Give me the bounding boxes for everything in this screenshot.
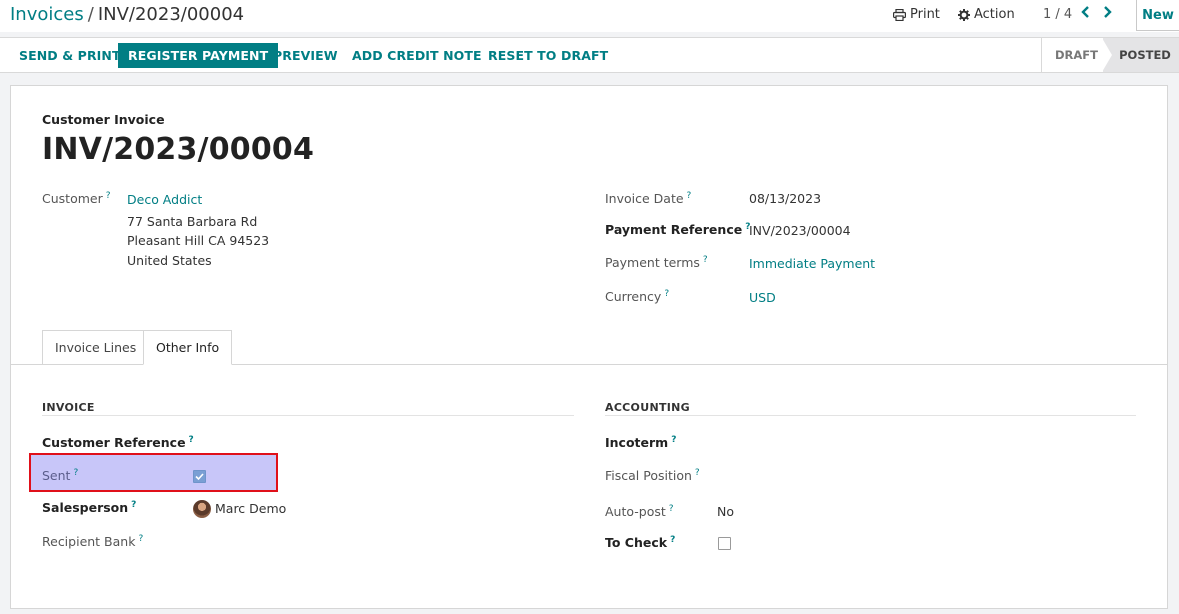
pager-value[interactable]: 1 / 4 xyxy=(1043,7,1072,22)
send-print-button[interactable]: SEND & PRINT xyxy=(9,43,131,68)
help-marker[interactable]: ? xyxy=(670,535,675,545)
recipient-bank-label: Recipient Bank? xyxy=(42,534,144,550)
state-posted[interactable]: POSTED xyxy=(1102,38,1179,72)
sent-label: Sent? xyxy=(42,468,79,484)
form-sheet: Customer Invoice INV/2023/00004 Customer… xyxy=(10,85,1168,609)
payment-terms-label: Payment terms? xyxy=(605,255,708,271)
payment-terms-link[interactable]: Immediate Payment xyxy=(749,256,875,271)
tab-other-info[interactable]: Other Info xyxy=(143,330,233,365)
salesperson-label: Salesperson? xyxy=(42,500,137,516)
help-marker[interactable]: ? xyxy=(138,534,143,544)
help-marker[interactable]: ? xyxy=(669,504,674,514)
invoice-date-value[interactable]: 08/13/2023 xyxy=(749,191,821,206)
invoice-group-divider xyxy=(42,415,574,416)
help-marker[interactable]: ? xyxy=(703,255,708,265)
address-line-3: United States xyxy=(127,253,212,268)
printer-icon xyxy=(893,8,906,21)
print-button[interactable]: Print xyxy=(893,7,940,22)
sent-checkbox[interactable] xyxy=(193,470,206,483)
breadcrumb-invoices-link[interactable]: Invoices xyxy=(10,4,84,25)
action-button[interactable]: Action xyxy=(958,7,1015,22)
address-line-2: Pleasant Hill CA 94523 xyxy=(127,233,270,248)
avatar xyxy=(193,500,211,518)
to-check-checkbox[interactable] xyxy=(718,537,731,550)
help-marker[interactable]: ? xyxy=(189,435,194,445)
to-check-label: To Check? xyxy=(605,535,676,551)
checkmark-icon xyxy=(195,473,204,481)
auto-post-label: Auto-post? xyxy=(605,504,674,520)
document-kind: Customer Invoice xyxy=(42,112,165,127)
status-bar: SEND & PRINT REGISTER PAYMENT PREVIEW AD… xyxy=(0,37,1179,73)
add-credit-note-button[interactable]: ADD CREDIT NOTE xyxy=(342,43,492,68)
breadcrumb-separator: / xyxy=(87,4,94,25)
customer-label: Customer? xyxy=(42,191,111,207)
customer-reference-label: Customer Reference? xyxy=(42,435,194,451)
fiscal-position-label: Fiscal Position? xyxy=(605,468,700,484)
chevron-right-icon[interactable] xyxy=(1099,5,1115,23)
breadcrumb-current: INV/2023/00004 xyxy=(97,4,245,25)
help-marker[interactable]: ? xyxy=(664,289,669,299)
help-marker[interactable]: ? xyxy=(695,468,700,478)
state-draft[interactable]: DRAFT xyxy=(1041,38,1111,72)
customer-name-link[interactable]: Deco Addict xyxy=(127,192,202,207)
gear-icon xyxy=(958,8,970,21)
help-marker[interactable]: ? xyxy=(73,468,78,478)
accounting-group-divider xyxy=(605,415,1136,416)
register-payment-button[interactable]: REGISTER PAYMENT xyxy=(118,43,279,68)
incoterm-label: Incoterm? xyxy=(605,435,677,451)
accounting-group-title: ACCOUNTING xyxy=(605,401,690,414)
help-marker[interactable]: ? xyxy=(106,191,111,201)
new-button[interactable]: New xyxy=(1136,0,1179,31)
currency-label: Currency? xyxy=(605,289,670,305)
invoice-date-label: Invoice Date? xyxy=(605,191,692,207)
currency-link[interactable]: USD xyxy=(749,290,776,305)
payment-reference-value[interactable]: INV/2023/00004 xyxy=(749,223,851,238)
help-marker[interactable]: ? xyxy=(131,500,136,510)
help-marker[interactable]: ? xyxy=(671,435,676,445)
tab-invoice-lines[interactable]: Invoice Lines xyxy=(42,330,150,365)
reset-to-draft-button[interactable]: RESET TO DRAFT xyxy=(478,43,618,68)
salesperson-value[interactable]: Marc Demo xyxy=(215,501,286,516)
control-panel: Invoices / INV/2023/00004 Print Action 1 /… xyxy=(0,0,1179,32)
address-line-1: 77 Santa Barbara Rd xyxy=(127,214,258,229)
action-label: Action xyxy=(974,7,1015,22)
print-label: Print xyxy=(910,7,940,22)
invoice-group-title: INVOICE xyxy=(42,401,95,414)
preview-button[interactable]: PREVIEW xyxy=(263,43,348,68)
page-title: INV/2023/00004 xyxy=(42,132,315,167)
help-marker[interactable]: ? xyxy=(687,191,692,201)
auto-post-value[interactable]: No xyxy=(717,504,734,519)
chevron-left-icon[interactable] xyxy=(1078,5,1094,23)
payment-reference-label: Payment Reference? xyxy=(605,222,751,238)
breadcrumb: Invoices / INV/2023/00004 xyxy=(10,4,244,25)
